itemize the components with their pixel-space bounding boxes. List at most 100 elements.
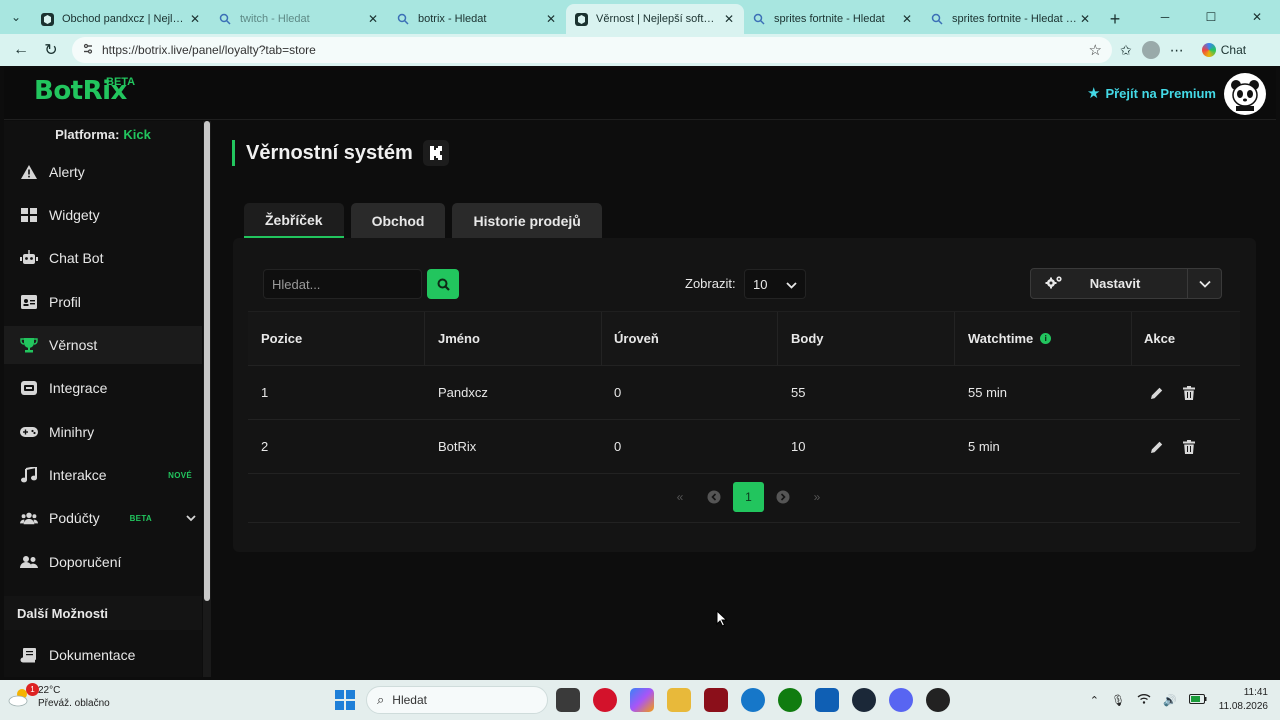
- back-arrow-icon[interactable]: ←: [6, 36, 36, 64]
- search-button[interactable]: [427, 269, 459, 299]
- sidebar-item-alerty[interactable]: Alerty: [4, 153, 202, 191]
- browser-tab-5[interactable]: sprites fortnite - Hledat Obrázky ✕: [922, 4, 1100, 34]
- task-view-icon[interactable]: [556, 688, 580, 712]
- edge-browser-icon[interactable]: [741, 688, 765, 712]
- prev-page-button[interactable]: [697, 482, 731, 512]
- close-window-icon[interactable]: ✕: [1234, 0, 1280, 34]
- platform-indicator: Platforma: Kick: [4, 121, 202, 147]
- reload-icon[interactable]: ↻: [36, 36, 66, 64]
- cell-uroven: 0: [614, 439, 622, 454]
- page-title: Věrnostní systém: [246, 141, 413, 164]
- sidebar-item-poducty[interactable]: Podúčty BETA: [4, 499, 202, 537]
- edit-button[interactable]: [1149, 366, 1165, 419]
- info-icon[interactable]: i: [1040, 333, 1052, 344]
- wifi-icon[interactable]: [1137, 693, 1151, 707]
- sidebar-scrollbar[interactable]: [203, 121, 211, 677]
- copilot-chat-button[interactable]: Chat: [1194, 40, 1254, 60]
- clock[interactable]: 11:41 11.08.2026: [1219, 686, 1268, 714]
- tab-search-menu-icon[interactable]: ⌄: [0, 0, 32, 34]
- discord-icon[interactable]: [889, 688, 913, 712]
- close-icon[interactable]: ✕: [722, 12, 736, 26]
- microsoft-store-icon[interactable]: [815, 688, 839, 712]
- close-icon[interactable]: ✕: [188, 12, 202, 26]
- first-page-button[interactable]: «: [663, 482, 697, 512]
- tab-zebricek[interactable]: Žebříček: [244, 203, 344, 238]
- browser-tab-2[interactable]: botrix - Hledat ✕: [388, 4, 566, 34]
- sidebar-item-chat-bot[interactable]: Chat Bot: [4, 239, 202, 277]
- maximize-icon[interactable]: ☐: [1188, 0, 1234, 34]
- microphone-icon[interactable]: 🎙: [1111, 694, 1125, 707]
- next-page-button[interactable]: [766, 482, 800, 512]
- more-options-icon[interactable]: ⋯: [1170, 42, 1184, 59]
- go-premium-link[interactable]: ★ Přejít na Premium: [1087, 84, 1216, 102]
- site-info-icon[interactable]: [82, 43, 94, 58]
- setup-dropdown-toggle[interactable]: [1187, 268, 1222, 299]
- column-header-uroven[interactable]: Úroveň: [614, 312, 659, 365]
- show-count-select[interactable]: 10: [744, 269, 806, 299]
- system-tray: ⌃ 🎙 🔊 11:41 11.08.2026: [1090, 680, 1268, 720]
- delete-button[interactable]: [1181, 366, 1197, 419]
- browser-tabstrip: ⌄ Obchod pandxcz | Nejlepší software pro…: [0, 0, 1280, 34]
- column-header-pozice[interactable]: Pozice: [261, 312, 302, 365]
- windows-taskbar: 1 22°C Převáž. oblačno ⌕ Hledat ⌃ 🎙 🔊 11…: [0, 680, 1280, 720]
- mail-app-icon[interactable]: [704, 688, 728, 712]
- sidebar-item-label: Profil: [49, 294, 81, 310]
- weather-widget[interactable]: 1 22°C Převáž. oblačno: [8, 683, 110, 710]
- cell-jmeno: Pandxcz: [438, 385, 488, 400]
- xbox-icon[interactable]: [778, 688, 802, 712]
- sidebar-item-widgety[interactable]: Widgety: [4, 196, 202, 234]
- chevron-up-icon[interactable]: ⌃: [1090, 694, 1099, 707]
- edit-button[interactable]: [1149, 420, 1165, 473]
- sidebar-item-vernost[interactable]: Věrnost: [4, 326, 202, 364]
- page-number-button[interactable]: 1: [733, 482, 764, 512]
- sidebar-item-minihry[interactable]: Minihry: [4, 413, 202, 451]
- delete-button[interactable]: [1181, 420, 1197, 473]
- chevron-down-icon: [786, 277, 797, 292]
- sidebar-item-doporuceni[interactable]: Doporučení: [4, 543, 202, 581]
- url-field[interactable]: https://botrix.live/panel/loyalty?tab=st…: [72, 37, 1112, 63]
- search-input[interactable]: [263, 269, 422, 299]
- battery-icon[interactable]: [1188, 693, 1207, 707]
- close-icon[interactable]: ✕: [1078, 12, 1092, 26]
- profile-avatar-icon[interactable]: [1141, 41, 1160, 59]
- copilot-app-icon[interactable]: [630, 688, 654, 712]
- close-icon[interactable]: ✕: [900, 12, 914, 26]
- chevron-down-icon[interactable]: [186, 511, 196, 525]
- setup-button[interactable]: Nastavit: [1030, 268, 1188, 299]
- tab-historie-prodeju[interactable]: Historie prodejů: [452, 203, 602, 238]
- browser-tab-0[interactable]: Obchod pandxcz | Nejlepší software pro ✕: [32, 4, 210, 34]
- column-header-body[interactable]: Body: [791, 312, 824, 365]
- cell-watchtime: 55 min: [968, 385, 1008, 400]
- column-header-watchtime[interactable]: Watchtime i: [968, 312, 1052, 365]
- browser-tab-4[interactable]: sprites fortnite - Hledat ✕: [744, 4, 922, 34]
- last-page-button[interactable]: »: [800, 482, 834, 512]
- minimize-icon[interactable]: ─: [1142, 0, 1188, 34]
- sidebar-item-interakce[interactable]: Interakce NOVÉ: [4, 456, 202, 494]
- scrollbar-thumb[interactable]: [204, 121, 210, 601]
- favorites-icon[interactable]: ✩: [1120, 42, 1132, 59]
- close-icon[interactable]: ✕: [544, 12, 558, 26]
- sidebar-item-dokumentace[interactable]: Dokumentace: [4, 636, 202, 674]
- tab-obchod[interactable]: Obchod: [350, 203, 446, 238]
- platform-value[interactable]: Kick: [123, 127, 150, 142]
- opera-icon[interactable]: [593, 688, 617, 712]
- bookmark-star-icon[interactable]: ☆: [1089, 41, 1102, 59]
- new-tab-button[interactable]: +: [1100, 4, 1130, 34]
- column-header-akce: Akce: [1144, 331, 1176, 346]
- steam-icon[interactable]: [852, 688, 876, 712]
- close-icon[interactable]: ✕: [366, 12, 380, 26]
- user-avatar[interactable]: [1224, 73, 1266, 115]
- gamepad-icon: [20, 423, 38, 441]
- taskbar-search[interactable]: ⌕ Hledat: [366, 686, 548, 714]
- obs-studio-icon[interactable]: [926, 688, 950, 712]
- file-explorer-icon[interactable]: [667, 688, 691, 712]
- browser-tab-1[interactable]: twitch - Hledat ✕: [210, 4, 388, 34]
- volume-icon[interactable]: 🔊: [1163, 694, 1177, 707]
- sidebar-item-profil[interactable]: Profil: [4, 283, 202, 321]
- star-icon: ★: [1087, 85, 1101, 102]
- browser-tab-3[interactable]: Věrnost | Nejlepší software pro ✕: [566, 4, 744, 34]
- botrix-favicon-icon: [40, 12, 54, 26]
- windows-start-icon[interactable]: [335, 690, 355, 710]
- column-header-jmeno[interactable]: Jméno: [438, 312, 480, 365]
- sidebar-item-integrace[interactable]: Integrace: [4, 369, 202, 407]
